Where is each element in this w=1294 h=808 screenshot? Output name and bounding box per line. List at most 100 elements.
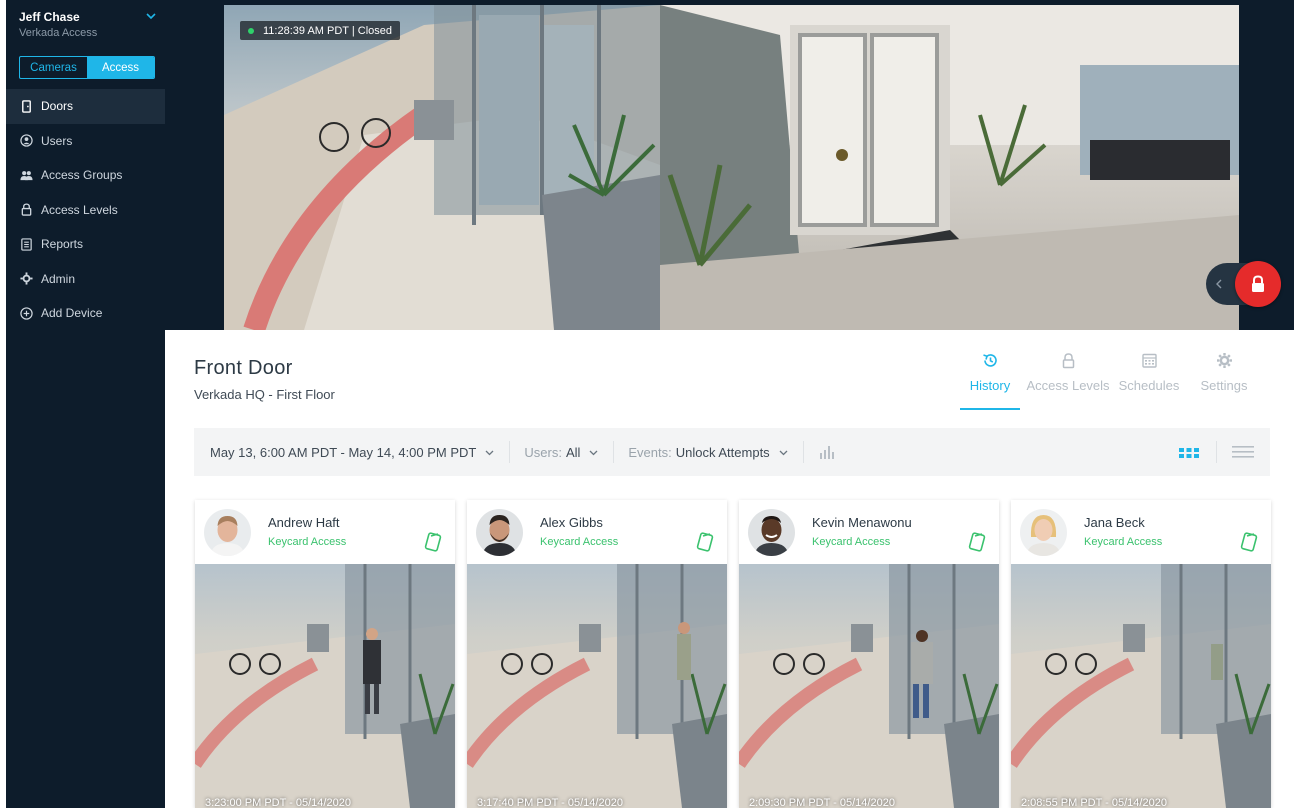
unlock-door-button[interactable] (1235, 261, 1281, 307)
tab-label: Schedules (1118, 378, 1180, 393)
filter-divider (613, 441, 615, 463)
date-range-value: May 13, 6:00 AM PDT - May 14, 4:00 PM PD… (210, 444, 477, 460)
event-snapshot[interactable]: 2:09:30 PM PDT - 05/14/2020 (739, 564, 999, 808)
lock-icon (1062, 353, 1074, 369)
event-timestamp: 2:08:55 PM PDT - 05/14/2020 (1021, 797, 1167, 808)
event-user-name[interactable]: Jana Beck (1084, 515, 1145, 530)
camera-feed-interior[interactable] (660, 5, 1239, 330)
sidebar-item-reports[interactable]: Reports (6, 227, 165, 262)
chevron-down-icon (589, 450, 598, 455)
sidebar-item-label: Doors (41, 99, 74, 114)
event-card[interactable]: Kevin Menawonu Keycard Access 2:09:30 PM… (739, 500, 999, 808)
avatar (476, 509, 523, 556)
camera-feed-exterior[interactable] (224, 5, 660, 330)
keycard-icon (968, 532, 986, 552)
events-filter-label: Events: (628, 444, 672, 460)
event-snapshot-scene (467, 564, 727, 808)
keycard-icon (424, 532, 442, 552)
list-view-icon[interactable] (1232, 445, 1254, 459)
event-timestamp: 3:17:40 PM PDT - 05/14/2020 (477, 797, 623, 808)
sidebar-item-label: Reports (41, 237, 84, 252)
event-snapshot-scene (739, 564, 999, 808)
sidebar-item-access-groups[interactable]: Access Groups (6, 158, 165, 193)
sidebar: Jeff Chase Verkada Access Cameras Access… (6, 0, 165, 808)
sidebar-item-label: Access Groups (41, 168, 123, 183)
lock-icon (19, 203, 33, 217)
gear-icon (19, 272, 33, 286)
camera-feed-exterior-scene (224, 5, 660, 330)
plus-circle-icon (19, 306, 33, 320)
camera-feed-interior-scene (660, 5, 1239, 330)
cameras-toggle-button[interactable]: Cameras (20, 57, 87, 78)
event-access-method: Keycard Access (268, 536, 347, 548)
calendar-icon (1141, 353, 1157, 368)
chevron-left-icon[interactable] (1213, 277, 1225, 291)
sidebar-item-label: Admin (41, 271, 76, 286)
tab-access-levels[interactable]: Access Levels (1022, 352, 1114, 393)
tab-label: Settings (1200, 378, 1248, 393)
sidebar-item-doors[interactable]: Doors (6, 89, 165, 124)
report-icon (19, 237, 33, 251)
sidebar-item-label: Users (41, 133, 73, 148)
event-access-method: Keycard Access (540, 536, 619, 548)
users-filter[interactable]: Users: All (524, 445, 599, 460)
tab-history[interactable]: History (958, 352, 1022, 393)
sidebar-item-access-levels[interactable]: Access Levels (6, 193, 165, 228)
event-snapshot[interactable]: 2:08:55 PM PDT - 05/14/2020 (1011, 564, 1271, 808)
camera-timestamp: 11:28:39 AM PDT | Closed (263, 24, 393, 37)
event-card-header: Andrew Haft Keycard Access (195, 500, 455, 564)
door-icon (19, 99, 33, 113)
sidebar-item-admin[interactable]: Admin (6, 262, 165, 297)
active-tab-indicator (960, 408, 1020, 410)
event-snapshot[interactable]: 3:17:40 PM PDT - 05/14/2020 (467, 564, 727, 808)
sidebar-item-label: Access Levels (41, 202, 118, 217)
event-access-method: Keycard Access (1084, 536, 1163, 548)
event-timestamp: 3:23:00 PM PDT - 05/14/2020 (205, 797, 351, 808)
tab-label: History (969, 378, 1011, 393)
event-card[interactable]: Jana Beck Keycard Access 2:08:55 PM PDT … (1011, 500, 1271, 808)
avatar-image (476, 509, 523, 556)
event-snapshot[interactable]: 3:23:00 PM PDT - 05/14/2020 (195, 564, 455, 808)
account-org: Verkada Access (19, 27, 98, 39)
tab-settings[interactable]: Settings (1184, 352, 1264, 393)
access-toggle-button[interactable]: Access (87, 57, 154, 78)
camera-timestamp-badge: 11:28:39 AM PDT | Closed (240, 21, 401, 40)
keycard-icon (696, 532, 714, 552)
chevron-down-icon (485, 450, 494, 455)
events-filter-value: Unlock Attempts (675, 444, 770, 460)
users-filter-value: All (565, 444, 581, 460)
page-title: Front Door (194, 357, 293, 379)
filter-divider (509, 441, 511, 463)
grid-view-icon[interactable] (1178, 447, 1200, 459)
door-tabs: History Access Levels Schedules Settings (958, 352, 1264, 393)
sidebar-item-users[interactable]: Users (6, 124, 165, 159)
event-user-name[interactable]: Alex Gibbs (540, 515, 603, 530)
tab-schedules[interactable]: Schedules (1114, 352, 1184, 393)
event-user-name[interactable]: Andrew Haft (268, 515, 340, 530)
sidebar-item-label: Add Device (41, 306, 103, 321)
gear-icon (1216, 353, 1232, 368)
lock-icon (1252, 275, 1264, 292)
date-range-filter[interactable]: May 13, 6:00 AM PDT - May 14, 4:00 PM PD… (210, 445, 495, 460)
filter-divider (802, 441, 804, 463)
event-card[interactable]: Alex Gibbs Keycard Access 3:17:40 PM PDT… (467, 500, 727, 808)
mode-toggle: Cameras Access (19, 56, 155, 79)
user-circle-icon (19, 134, 33, 148)
event-card-header: Jana Beck Keycard Access (1011, 500, 1271, 564)
chevron-down-icon[interactable] (145, 10, 157, 22)
events-filter[interactable]: Events: Unlock Attempts (628, 445, 788, 460)
bar-chart-icon[interactable] (818, 444, 836, 460)
event-card-header: Kevin Menawonu Keycard Access (739, 500, 999, 564)
account-switcher[interactable]: Jeff Chase Verkada Access (6, 0, 165, 39)
avatar (1020, 509, 1067, 556)
users-filter-label: Users: (524, 444, 562, 460)
group-icon (19, 168, 33, 182)
status-dot-icon (248, 27, 254, 34)
sidebar-item-add-device[interactable]: Add Device (6, 296, 165, 331)
event-card[interactable]: Andrew Haft Keycard Access 3:23:00 PM PD… (195, 500, 455, 808)
avatar-image (748, 509, 795, 556)
filter-bar: May 13, 6:00 AM PDT - May 14, 4:00 PM PD… (194, 428, 1270, 476)
event-timestamp: 2:09:30 PM PDT - 05/14/2020 (749, 797, 895, 808)
tab-label: Access Levels (1026, 378, 1110, 393)
event-user-name[interactable]: Kevin Menawonu (812, 515, 912, 530)
